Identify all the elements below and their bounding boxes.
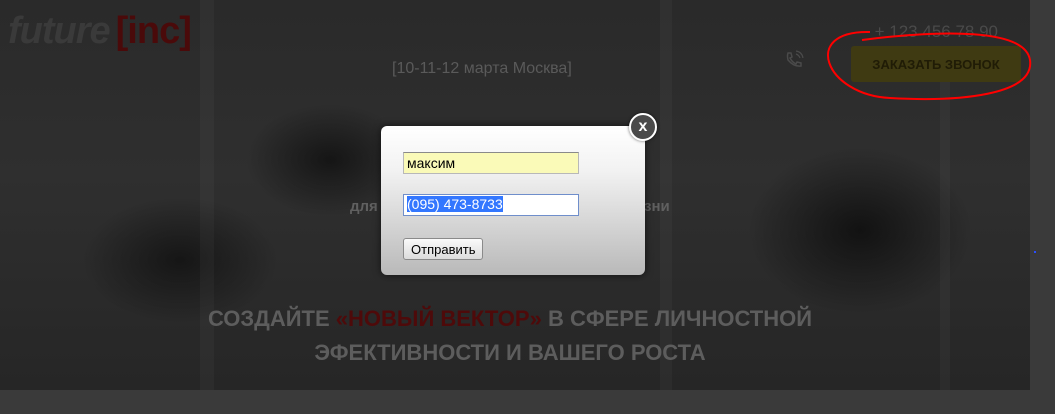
callback-modal: (095) 473-8733 Отправить xyxy=(381,126,645,275)
close-icon[interactable]: x xyxy=(629,113,657,141)
phone-input-value: (095) 473-8733 xyxy=(407,196,503,212)
stray-pixel xyxy=(1034,251,1036,253)
phone-input[interactable]: (095) 473-8733 xyxy=(403,194,579,216)
name-input[interactable] xyxy=(403,152,579,174)
submit-button[interactable]: Отправить xyxy=(403,238,484,260)
close-label: x xyxy=(638,118,648,135)
